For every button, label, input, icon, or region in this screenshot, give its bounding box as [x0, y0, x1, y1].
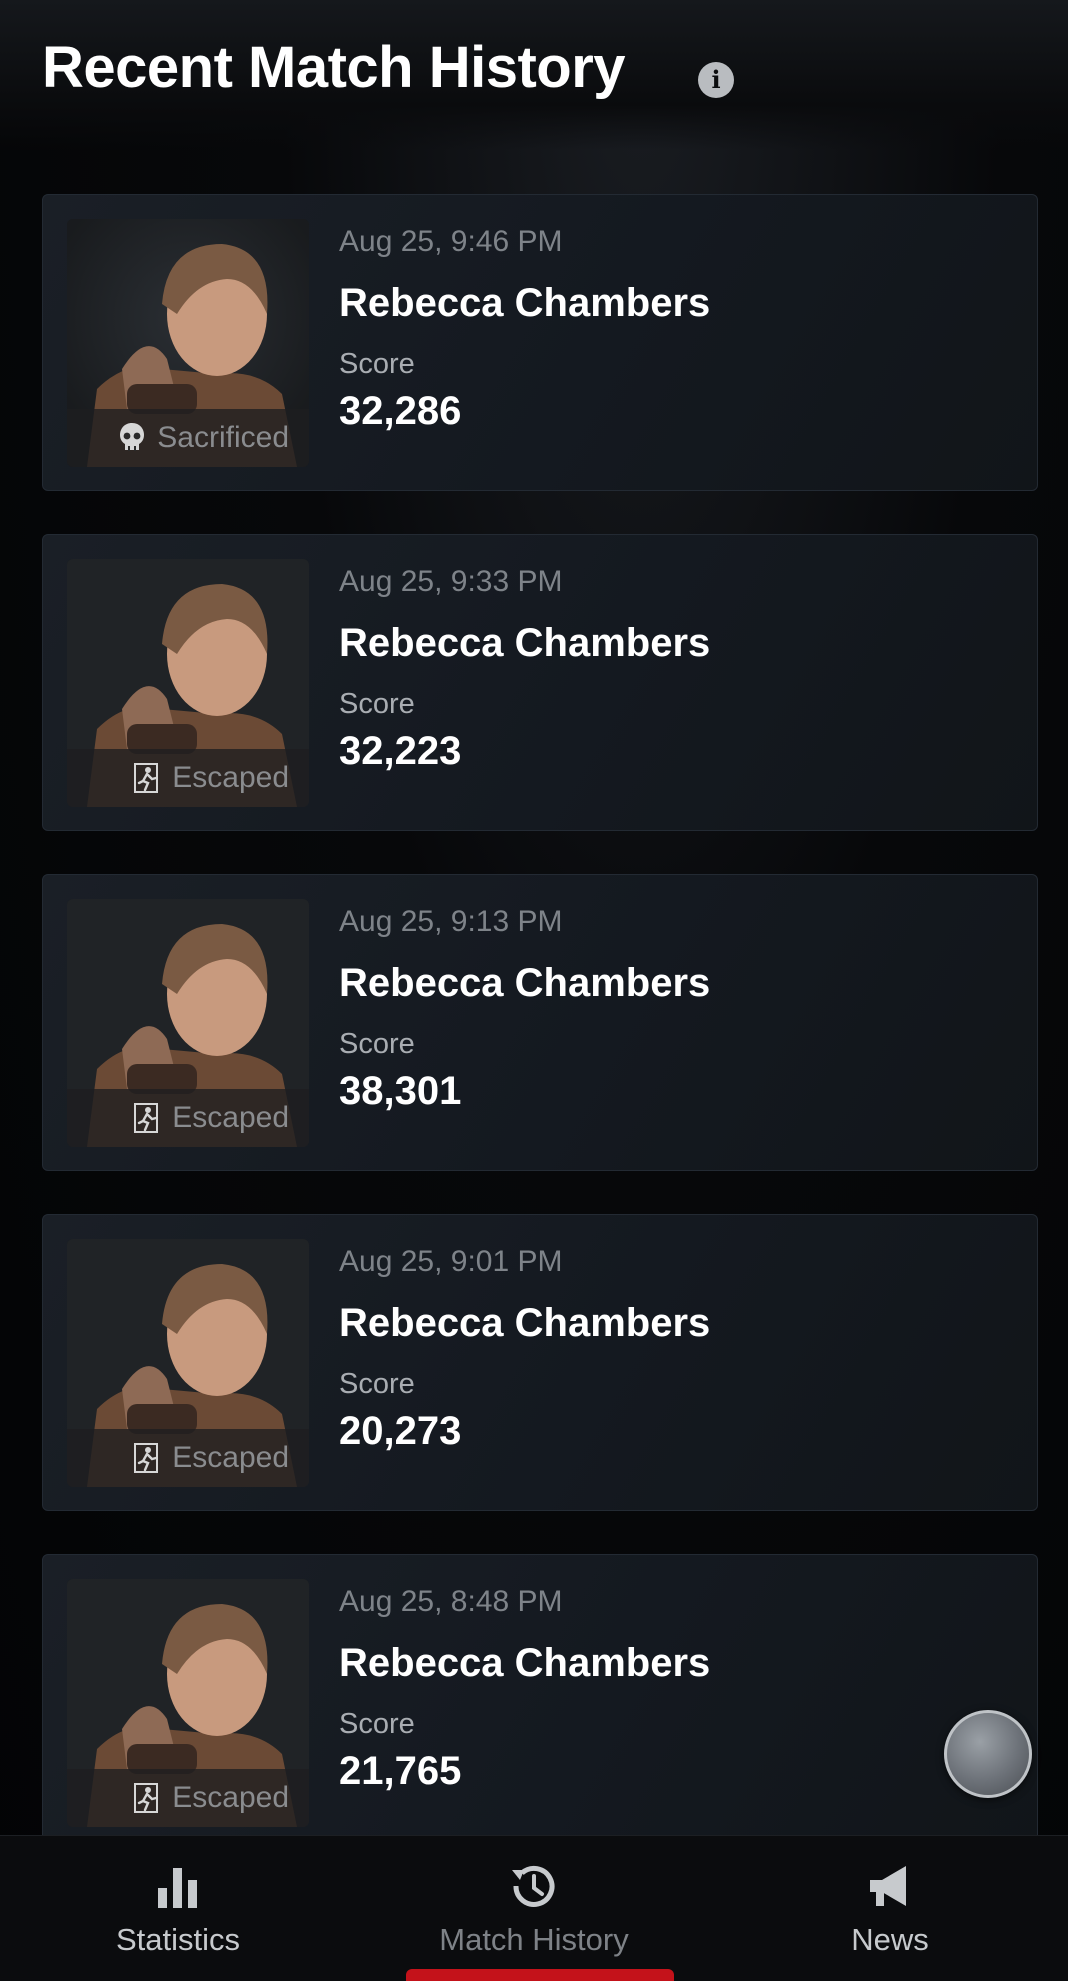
score-value: 38,301 — [339, 1069, 462, 1113]
match-history-screen: Recent Match History i Sacrificed Aug 25… — [0, 0, 1068, 1981]
character-portrait: Escaped — [67, 899, 309, 1147]
status-label: Escaped — [172, 1101, 289, 1134]
match-date: Aug 25, 9:46 PM — [339, 225, 563, 258]
nav-label: News — [851, 1922, 929, 1957]
score-value: 20,273 — [339, 1409, 462, 1453]
score-value: 32,286 — [339, 389, 462, 433]
score-label: Score — [339, 1368, 415, 1400]
escape-icon — [134, 763, 159, 793]
active-tab-indicator — [406, 1969, 674, 1981]
score-value: 21,765 — [339, 1749, 462, 1793]
nav-item-match-history[interactable]: Match History — [356, 1836, 712, 1981]
status-label: Sacrificed — [157, 421, 289, 454]
status-bar: Sacrificed — [67, 409, 309, 467]
info-icon[interactable]: i — [698, 62, 734, 98]
status-bar: Escaped — [67, 749, 309, 807]
escape-icon — [134, 1103, 159, 1133]
match-card[interactable]: Escaped Aug 25, 9:13 PM Rebecca Chambers… — [42, 874, 1038, 1171]
bubble-fab-button[interactable] — [944, 1710, 1032, 1798]
header: Recent Match History i — [0, 0, 1068, 150]
score-label: Score — [339, 688, 415, 720]
match-date: Aug 25, 9:13 PM — [339, 905, 563, 938]
nav-item-statistics[interactable]: Statistics — [0, 1836, 356, 1981]
score-value: 32,223 — [339, 729, 462, 773]
character-name: Rebecca Chambers — [339, 1641, 711, 1685]
score-label: Score — [339, 348, 415, 380]
nav-label: Match History — [439, 1922, 629, 1957]
character-portrait: Escaped — [67, 559, 309, 807]
match-card[interactable]: Escaped Aug 25, 8:48 PM Rebecca Chambers… — [42, 1554, 1038, 1851]
character-name: Rebecca Chambers — [339, 1301, 711, 1345]
match-info: Aug 25, 9:01 PM Rebecca Chambers Score 2… — [339, 1245, 710, 1454]
score-label: Score — [339, 1028, 415, 1060]
character-name: Rebecca Chambers — [339, 281, 711, 325]
status-label: Escaped — [172, 1441, 289, 1474]
status-bar: Escaped — [67, 1769, 309, 1827]
status-bar: Escaped — [67, 1429, 309, 1487]
character-portrait: Escaped — [67, 1239, 309, 1487]
character-name: Rebecca Chambers — [339, 961, 711, 1005]
megaphone-icon — [870, 1866, 906, 1906]
match-info: Aug 25, 9:46 PM Rebecca Chambers Score 3… — [339, 225, 710, 434]
character-name: Rebecca Chambers — [339, 621, 711, 665]
match-card[interactable]: Escaped Aug 25, 9:33 PM Rebecca Chambers… — [42, 534, 1038, 831]
history-icon — [512, 1865, 555, 1907]
escape-icon — [134, 1783, 159, 1813]
status-bar: Escaped — [67, 1089, 309, 1147]
match-list: Sacrificed Aug 25, 9:46 PM Rebecca Chamb… — [42, 194, 1038, 1894]
match-date: Aug 25, 9:01 PM — [339, 1245, 563, 1278]
match-info: Aug 25, 9:13 PM Rebecca Chambers Score 3… — [339, 905, 710, 1114]
nav-label: Statistics — [115, 1922, 241, 1957]
match-info: Aug 25, 9:33 PM Rebecca Chambers Score 3… — [339, 565, 710, 774]
bottom-nav: Statistics Match History News — [0, 1835, 1068, 1981]
match-date: Aug 25, 9:33 PM — [339, 565, 563, 598]
character-portrait: Escaped — [67, 1579, 309, 1827]
skull-icon — [120, 423, 145, 451]
match-date: Aug 25, 8:48 PM — [339, 1585, 563, 1618]
page-title: Recent Match History — [42, 35, 626, 100]
match-card[interactable]: Sacrificed Aug 25, 9:46 PM Rebecca Chamb… — [42, 194, 1038, 491]
character-portrait: Sacrificed — [67, 219, 309, 467]
match-info: Aug 25, 8:48 PM Rebecca Chambers Score 2… — [339, 1585, 710, 1794]
status-label: Escaped — [172, 761, 289, 794]
match-card[interactable]: Escaped Aug 25, 9:01 PM Rebecca Chambers… — [42, 1214, 1038, 1511]
bar-chart-icon — [158, 1868, 197, 1908]
status-label: Escaped — [172, 1781, 289, 1814]
score-label: Score — [339, 1708, 415, 1740]
nav-item-news[interactable]: News — [712, 1836, 1068, 1981]
escape-icon — [134, 1443, 159, 1473]
